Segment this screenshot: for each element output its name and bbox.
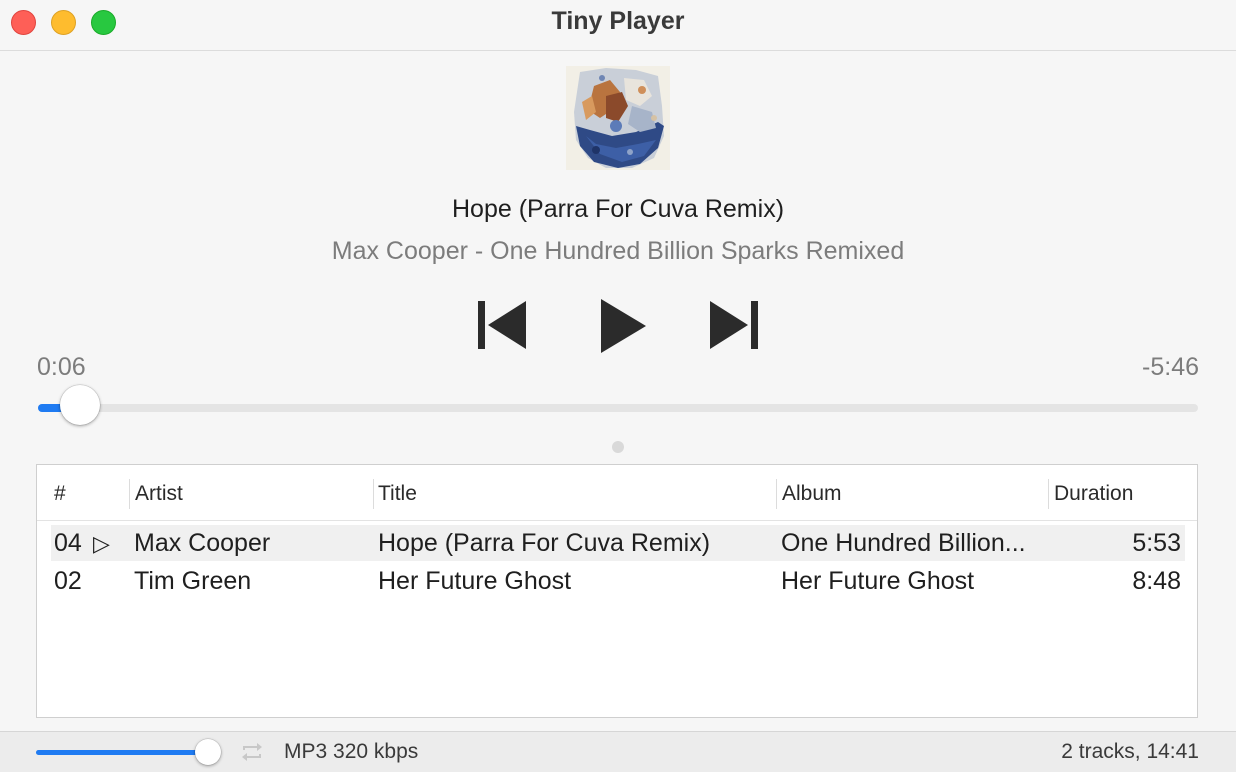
playlist-table[interactable]: # Artist Title Album Duration 04 ▷ Max C…	[36, 464, 1198, 718]
column-divider[interactable]	[776, 479, 777, 509]
next-track-button[interactable]	[708, 298, 760, 352]
album-art	[566, 66, 670, 170]
track-artist: Max Cooper	[134, 529, 271, 557]
playlist-summary: 2 tracks, 14:41	[1061, 740, 1199, 763]
play-button[interactable]	[598, 298, 648, 354]
track-duration: 5:53	[1132, 529, 1181, 557]
remaining-time: -5:46	[1142, 353, 1199, 381]
elapsed-time: 0:06	[37, 353, 86, 381]
skip-previous-icon	[478, 301, 526, 349]
track-artist: Tim Green	[134, 567, 252, 595]
previous-track-button[interactable]	[476, 298, 528, 352]
track-duration: 8:48	[1132, 567, 1181, 595]
skip-next-icon	[710, 301, 758, 349]
repeat-icon[interactable]	[240, 740, 264, 764]
playing-indicator-icon: ▷	[93, 531, 110, 556]
track-album: One Hundred Billion...	[781, 529, 1026, 557]
column-header-artist[interactable]: Artist	[135, 482, 183, 506]
volume-knob[interactable]	[195, 739, 221, 765]
column-header-number[interactable]: #	[54, 482, 66, 506]
audio-format-label: MP3 320 kbps	[284, 740, 419, 763]
track-number: 02	[54, 567, 82, 595]
volume-fill	[36, 750, 208, 755]
window-title: Tiny Player	[551, 7, 685, 35]
playback-progress-slider[interactable]	[38, 385, 1198, 425]
progress-knob[interactable]	[59, 385, 100, 425]
title-bar: Tiny Player	[0, 0, 1236, 51]
column-header-duration[interactable]: Duration	[1054, 482, 1133, 506]
track-title: Hope (Parra For Cuva Remix)	[378, 529, 711, 557]
column-divider[interactable]	[1048, 479, 1049, 509]
column-divider[interactable]	[373, 479, 374, 509]
now-playing-title: Hope (Parra For Cuva Remix)	[451, 195, 785, 223]
table-row[interactable]: 02 Tim Green Her Future Ghost Her Future…	[51, 563, 1185, 599]
column-header-album[interactable]: Album	[782, 482, 842, 506]
volume-slider[interactable]	[36, 739, 221, 765]
table-header: # Artist Title Album Duration	[37, 465, 1197, 521]
play-icon	[601, 299, 646, 353]
column-divider[interactable]	[129, 479, 130, 509]
track-title: Her Future Ghost	[378, 567, 572, 595]
table-row[interactable]: 04 ▷ Max Cooper Hope (Parra For Cuva Rem…	[51, 525, 1185, 561]
track-album: Her Future Ghost	[781, 567, 975, 595]
player-window: Tiny Player Hope (Parra For Cuva Remix) …	[0, 0, 1236, 772]
status-bar: MP3 320 kbps 2 tracks, 14:41	[0, 731, 1236, 772]
split-view-handle[interactable]	[612, 441, 624, 453]
track-number: 04	[54, 529, 82, 557]
now-playing-artist-album: Max Cooper - One Hundred Billion Sparks …	[331, 237, 905, 265]
column-header-title[interactable]: Title	[378, 482, 417, 506]
